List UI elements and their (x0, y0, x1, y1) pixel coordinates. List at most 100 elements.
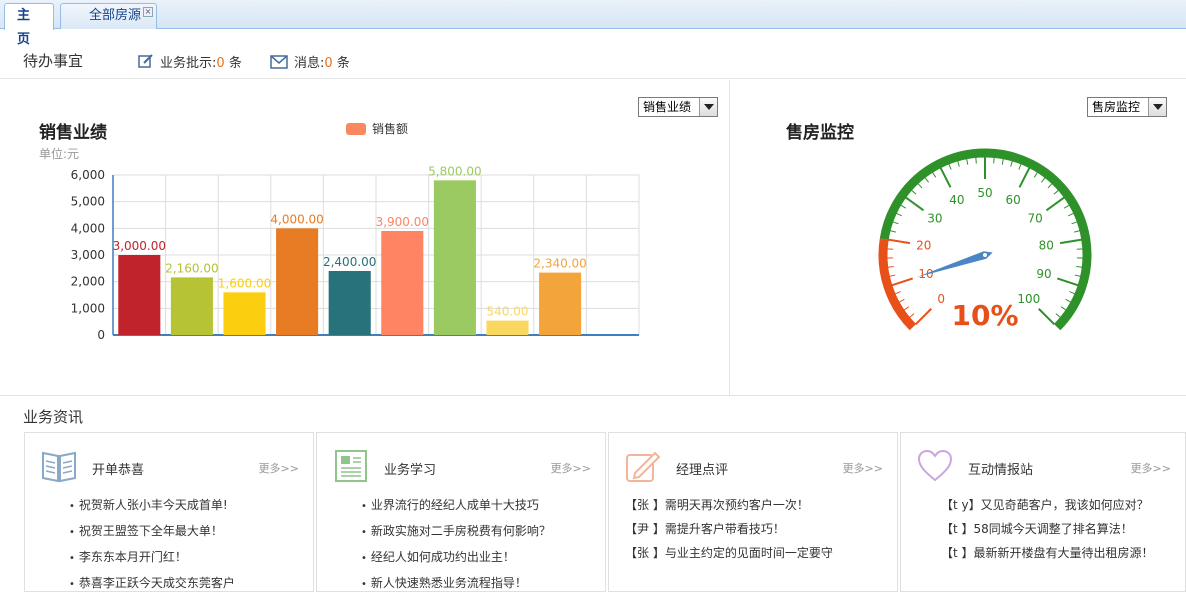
list-item[interactable]: 业界流行的经纪人成单十大技巧 (361, 493, 551, 519)
y-tick-label: 2,000 (71, 275, 105, 289)
gauge-tick (1061, 307, 1066, 310)
gauge-tick-label: 60 (1006, 193, 1021, 207)
gauge-tick-label: 0 (937, 292, 945, 306)
heart-icon (917, 449, 953, 487)
list-item[interactable]: 【尹 】需提升客户带看技巧！ (625, 517, 833, 541)
gauge-tick-label: 70 (1028, 212, 1043, 226)
tab-home[interactable]: 主页 (4, 3, 54, 30)
gauge-tick (893, 222, 899, 224)
approvals-label: 业务批示: (160, 56, 216, 71)
gauge-tick-label: 20 (916, 238, 931, 252)
bar (486, 321, 528, 335)
mail-icon (270, 55, 288, 73)
more-link[interactable]: 更多>> (551, 460, 591, 476)
document-icon (333, 449, 369, 487)
gauge-tick (1056, 314, 1061, 318)
tab-all-houses[interactable]: 全部房源 × (60, 3, 157, 29)
dropdown-arrow-icon (1148, 98, 1166, 116)
gauge-tick-label: 100 (1017, 292, 1040, 306)
sales-type-select[interactable]: 销售业绩 (638, 97, 718, 117)
news-card: 互动情报站 更多>> 【t y】又见奇葩客户，我该如何应对？ 【t 】58同城今… (900, 432, 1186, 592)
bar-value-label: 2,340.00 (533, 257, 586, 271)
gauge-tick (1034, 172, 1037, 177)
gauge-tick (941, 168, 951, 188)
y-tick-label: 3,000 (71, 248, 105, 262)
gauge-tick (967, 159, 968, 165)
list-item[interactable]: 【张 】与业主约定的见面时间一定要守 (625, 541, 833, 565)
list-item[interactable]: 新人快速熟悉业务流程指导！ (361, 571, 551, 597)
bar (223, 292, 265, 335)
card-title: 业务学习 (384, 459, 436, 478)
card-title: 经理点评 (676, 459, 728, 478)
list-item[interactable]: 李东东本月开门红！ (69, 545, 235, 571)
y-tick-label: 5,000 (71, 195, 105, 209)
bar-value-label: 5,800.00 (428, 164, 481, 178)
approvals-link[interactable]: 业务批示:0 条 (138, 52, 242, 73)
gauge-tick (1020, 168, 1030, 188)
gauge-tick (918, 184, 922, 188)
list-item[interactable]: 【t 】最新新开楼盘有大量待出租房源！ (941, 541, 1154, 565)
card-title: 开单恭喜 (92, 459, 144, 478)
list-item[interactable]: 祝贺王盟签下全年最大单！ (69, 519, 235, 545)
gauge-tick (1046, 197, 1064, 210)
monitor-type-select[interactable]: 售房监控 (1087, 97, 1167, 117)
gauge-tick (1066, 299, 1071, 302)
tab-bar: 主页 全部房源 × (0, 0, 1186, 29)
gauge-tick (1064, 205, 1069, 208)
gauge-tick-label: 30 (927, 212, 942, 226)
dropdown-arrow-icon (699, 98, 717, 116)
gauge-tick (888, 267, 894, 268)
list-item[interactable]: 【t y】又见奇葩客户，我该如何应对？ (941, 493, 1154, 517)
gauge-tick (994, 157, 995, 163)
chart-legend[interactable]: 销售额 (346, 120, 408, 137)
bar (434, 180, 476, 335)
legend-label: 销售额 (372, 122, 408, 136)
gauge-tick (906, 197, 924, 210)
gauge-tick (909, 314, 914, 318)
gauge-tick (1072, 222, 1078, 224)
approvals-count: 0 (216, 56, 224, 71)
more-link[interactable]: 更多>> (843, 460, 883, 476)
bar (118, 255, 160, 335)
gauge-tick (932, 172, 935, 177)
list-item[interactable]: 【张 】需明天再次预约客户一次！ (625, 493, 833, 517)
gauge-tick (896, 213, 901, 216)
close-icon[interactable]: × (143, 7, 153, 17)
gauge-tick (911, 190, 916, 194)
more-link[interactable]: 更多>> (259, 460, 299, 476)
sales-title: 销售业绩 (39, 118, 107, 143)
gauge-tick (1048, 184, 1052, 188)
gauge-tick (1075, 275, 1081, 276)
gauge-tick (1054, 190, 1059, 194)
messages-link[interactable]: 消息:0 条 (270, 52, 350, 73)
gauge-tick (1002, 159, 1003, 165)
list-item[interactable]: 经纪人如何成功约出业主！ (361, 545, 551, 571)
y-tick-label: 1,000 (71, 301, 105, 315)
gauge-tick (1039, 309, 1055, 325)
pencil-icon (625, 449, 661, 487)
edit-icon (138, 53, 154, 73)
gauge-tick (916, 309, 932, 325)
gauge-tick (889, 275, 895, 276)
more-link[interactable]: 更多>> (1131, 460, 1171, 476)
gauge-tick (904, 307, 909, 310)
card-title: 互动情报站 (968, 459, 1033, 478)
y-tick-label: 4,000 (71, 221, 105, 235)
approvals-unit: 条 (229, 56, 242, 71)
bar (276, 228, 318, 335)
gauge-tick (892, 278, 913, 285)
bar-value-label: 3,900.00 (376, 215, 429, 229)
gauge-tick (1069, 292, 1075, 294)
bar (381, 231, 423, 335)
monitor-title: 售房监控 (786, 118, 854, 143)
list-item[interactable]: 祝贺新人张小丰今天成首单! (69, 493, 235, 519)
news-card: 经理点评 更多>> 【张 】需明天再次预约客户一次！ 【尹 】需提升客户带看技巧… (608, 432, 898, 592)
news-title: 业务资讯 (23, 406, 83, 427)
list-item[interactable]: 恭喜李正跃今天成交东莞客户 (69, 571, 235, 597)
y-tick-label: 0 (97, 328, 105, 342)
messages-unit: 条 (337, 56, 350, 71)
list-item[interactable]: 【t 】58同城今天调整了排名算法！ (941, 517, 1154, 541)
list-item[interactable]: 新政实施对二手房税费有何影响？ (361, 519, 551, 545)
gauge-tick (949, 164, 951, 170)
messages-count: 0 (324, 56, 332, 71)
